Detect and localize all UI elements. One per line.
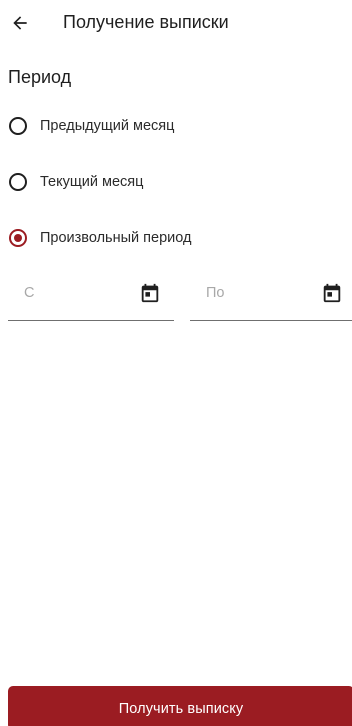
calendar-icon[interactable]: [139, 282, 161, 304]
radio-current-month[interactable]: [9, 173, 27, 191]
back-button[interactable]: [6, 9, 34, 37]
get-statement-button[interactable]: Получить выписку: [8, 686, 352, 726]
date-from-field[interactable]: С: [8, 272, 174, 321]
date-from-placeholder: С: [24, 285, 35, 301]
radio-option-custom-period[interactable]: Произвольный период: [0, 218, 352, 258]
page-title: Получение выписки: [63, 12, 229, 32]
radio-label-previous-month: Предыдущий месяц: [40, 118, 175, 134]
radio-custom-period[interactable]: [9, 229, 27, 247]
calendar-icon[interactable]: [321, 282, 343, 304]
date-to-field[interactable]: По: [190, 272, 352, 321]
date-to-placeholder: По: [206, 285, 225, 301]
radio-previous-month[interactable]: [9, 117, 27, 135]
radio-label-current-month: Текущий месяц: [40, 174, 144, 190]
radio-label-custom-period: Произвольный период: [40, 230, 192, 246]
app-bar: Получение выписки: [0, 0, 352, 46]
radio-option-previous-month[interactable]: Предыдущий месяц: [0, 106, 352, 146]
period-section-title: Период: [8, 67, 72, 87]
radio-option-current-month[interactable]: Текущий месяц: [0, 162, 352, 202]
statement-screen: Получение выписки Период Предыдущий меся…: [0, 0, 352, 726]
arrow-left-icon: [13, 16, 27, 30]
